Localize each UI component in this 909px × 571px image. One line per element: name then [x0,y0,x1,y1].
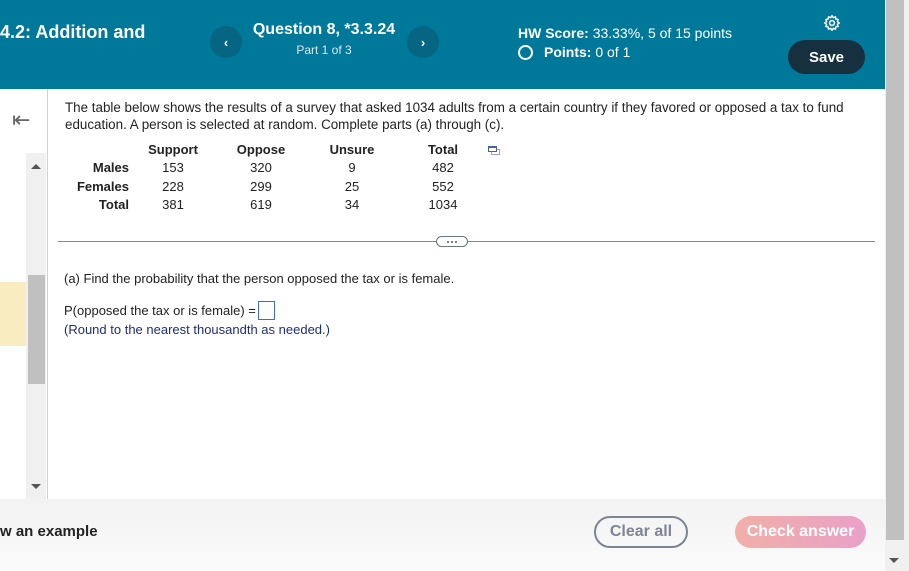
chevron-right-icon: › [420,34,426,50]
part-a-prompt: (a) Find the probability that the person… [64,271,455,286]
points-label: Points: [544,44,592,60]
table-row: Females 228 299 25 552 [64,177,487,196]
answer-row: P(opposed the tax or is female) = [64,301,275,320]
header-bar: 4.2: Addition and ‹ Question 8, *3.3.24 … [0,0,885,89]
table-cell: 228 [162,178,184,194]
view-example-link[interactable]: w an example [0,523,98,540]
table-cell: 381 [162,197,184,213]
table-header-row: Support Oppose Unsure Total [64,140,487,159]
chevron-left-icon: ‹ [223,34,229,50]
table-header-cell: Total [427,141,459,157]
question-info: Question 8, *3.3.24 Part 1 of 3 [246,21,402,57]
survey-table: Support Oppose Unsure Total Males 153 32… [64,140,487,214]
question-intro: The table below shows the results of a s… [65,100,844,132]
table-row: Total 381 619 34 1034 [64,196,487,215]
table-row: Males 153 320 9 482 [64,159,487,178]
page-scrollbar-thumb[interactable] [886,0,904,540]
table-cell: 34 [344,197,360,213]
answer-input[interactable] [257,301,275,320]
question-title: Question 8, *3.3.24 [252,21,396,38]
page-scrollbar[interactable] [885,0,909,571]
expand-more-button[interactable] [436,236,468,247]
table-header-cell [64,140,129,159]
popout-table-icon[interactable] [488,146,500,155]
collapse-panel-icon[interactable]: ⇤ [12,109,38,131]
row-label: Males [92,160,129,176]
table-header-cell: Support [148,141,198,157]
table-cell: 482 [432,160,454,176]
clear-all-button[interactable]: Clear all [594,516,688,548]
table-cell: 9 [348,160,356,176]
points-value: 0 of 1 [595,44,631,60]
save-button[interactable]: Save [788,40,865,74]
page: 4.2: Addition and ‹ Question 8, *3.3.24 … [0,0,909,571]
previous-question-button[interactable]: ‹ [210,26,242,58]
question-part: Part 1 of 3 [296,43,352,57]
rounding-hint: (Round to the nearest thousandth as need… [64,322,330,337]
table-header-cell: Oppose [236,141,286,157]
table-cell: 320 [250,160,272,176]
scroll-up-arrow-icon[interactable] [31,164,41,169]
hw-score-value: 33.33%, 5 of 15 points [592,25,733,41]
points: Points: 0 of 1 [518,43,732,61]
left-panel-scrollbar[interactable] [26,153,46,499]
hw-score: HW Score: 33.33%, 5 of 15 points [518,24,732,42]
table-cell: 25 [344,178,360,194]
row-label: Females [76,178,129,194]
table-cell: 153 [162,160,184,176]
scroll-down-arrow-icon[interactable] [31,484,41,489]
score-block: HW Score: 33.33%, 5 of 15 points Points:… [518,24,732,61]
status-circle-icon [518,44,533,60]
row-label: Total [98,197,129,213]
check-answer-button[interactable]: Check answer [735,516,866,548]
ellipsis-icon [447,240,449,243]
panel-divider [47,89,48,499]
scroll-down-arrow-icon[interactable] [889,558,899,563]
table-cell: 552 [432,178,454,194]
table-header-cell: Unsure [329,141,375,157]
table-cell: 1034 [428,197,458,213]
left-panel-highlight [0,282,26,346]
section-title: 4.2: Addition and [0,22,146,42]
table-cell: 299 [250,178,272,194]
answer-label: P(opposed the tax or is female) = [64,303,256,318]
hw-score-label: HW Score: [518,25,589,41]
left-scrollbar-thumb[interactable] [28,275,45,384]
next-question-button[interactable]: › [407,26,439,58]
table-cell: 619 [250,197,272,213]
gear-icon[interactable] [823,14,841,32]
